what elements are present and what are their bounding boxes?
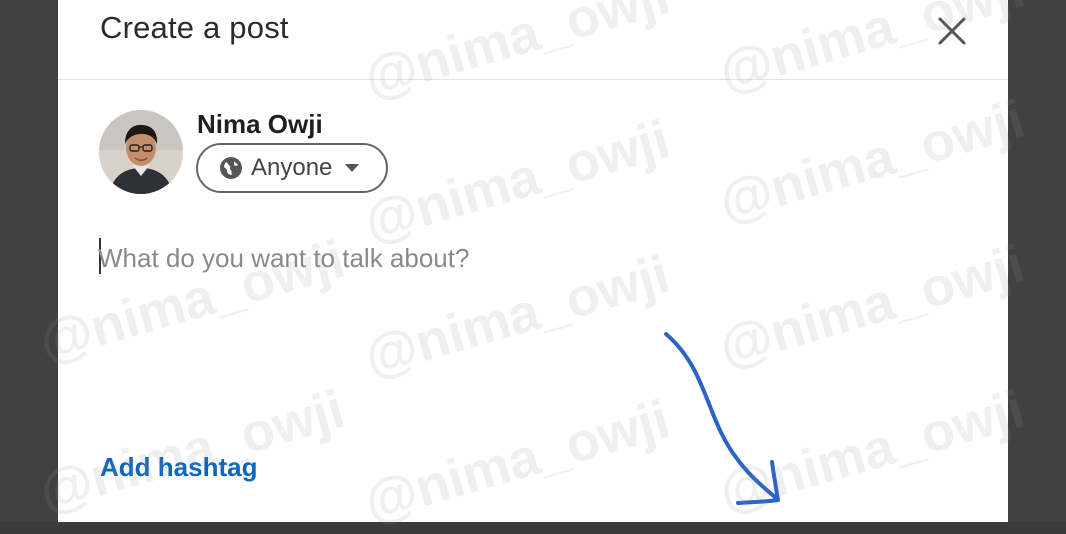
close-icon	[938, 17, 966, 45]
modal-title: Create a post	[100, 10, 289, 45]
backdrop-left	[0, 0, 58, 522]
close-button[interactable]	[926, 8, 978, 54]
post-editor[interactable]: What do you want to talk about?	[98, 236, 958, 280]
avatar[interactable]	[99, 110, 183, 194]
caret-down-icon	[344, 163, 360, 173]
backdrop-right	[1008, 0, 1066, 522]
add-hashtag-button[interactable]: Add hashtag	[100, 452, 257, 483]
author-name: Nima Owji	[197, 109, 323, 139]
modal-header: Create a post	[58, 0, 1008, 80]
visibility-dropdown[interactable]: Anyone	[196, 143, 388, 193]
avatar-photo	[99, 110, 183, 194]
globe-icon	[220, 157, 242, 179]
visibility-label: Anyone	[251, 154, 333, 181]
create-post-modal: Create a post Nima Owji Anyone What do y…	[58, 0, 1008, 522]
